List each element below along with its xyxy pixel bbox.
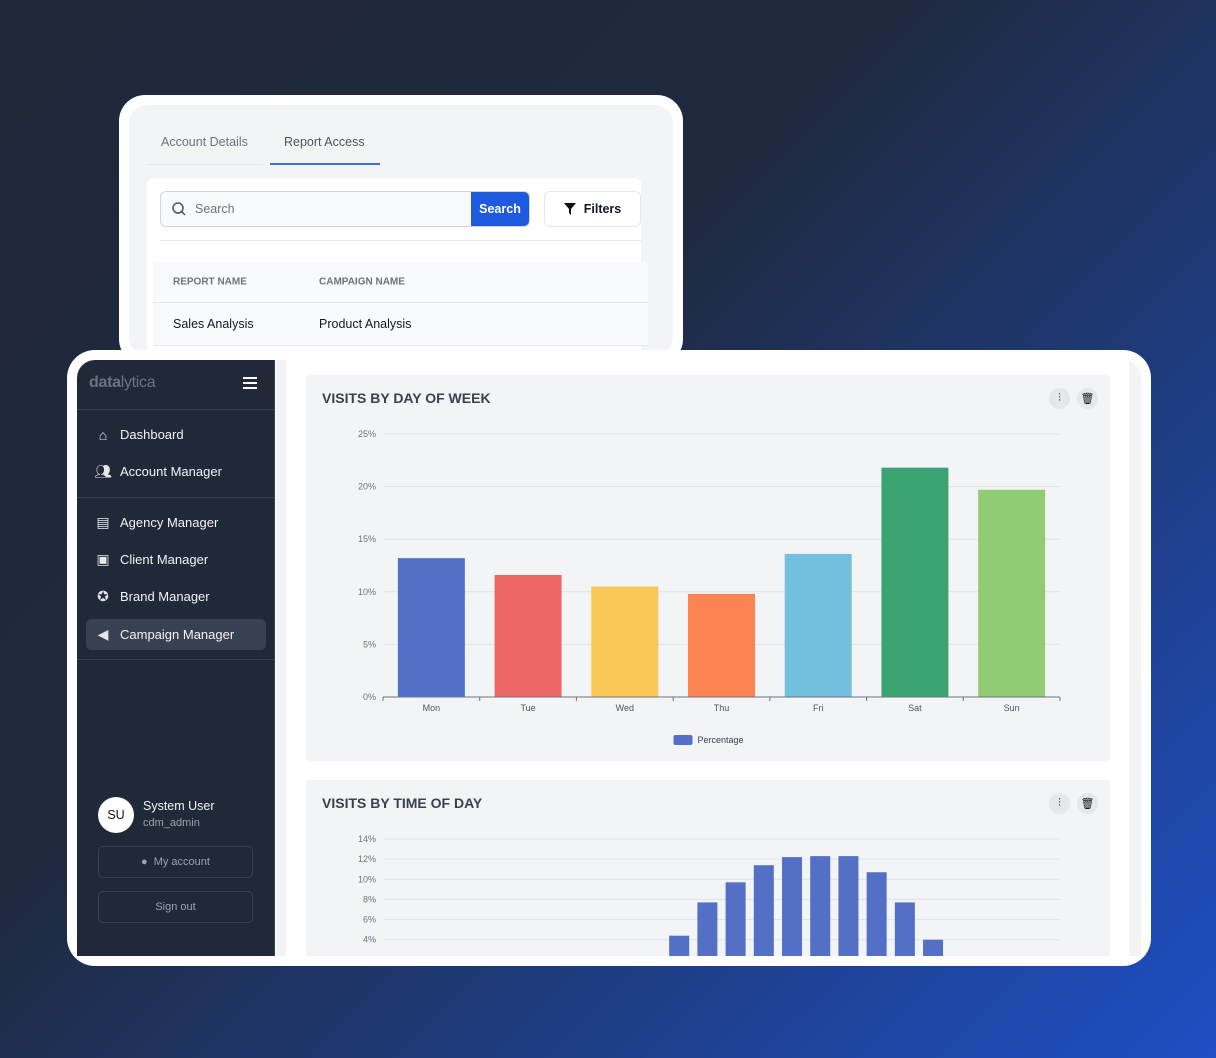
users-icon: 👥︎	[94, 463, 112, 479]
sidebar-item-label: Client Manager	[120, 552, 209, 567]
logo: datalytica	[89, 374, 156, 391]
table-cell: Product Analysis	[319, 317, 412, 331]
avatar: SU	[98, 797, 134, 833]
sidebar-item-label: Campaign Manager	[120, 627, 235, 642]
bar	[784, 553, 852, 697]
y-tick-label: 5%	[363, 639, 376, 649]
sign-out-button[interactable]: Sign out	[98, 891, 253, 923]
presentation-icon: ▤	[96, 514, 110, 530]
bar	[810, 856, 831, 956]
chart-card-day-of-week: VISITS BY DAY OF WEEK ⫶ 🗑︎ 0% 5% 10% 15% 20%…	[306, 375, 1110, 761]
chart-time-of-day: 4% 6% 8% 10% 12% 14%	[358, 834, 1060, 956]
bar	[894, 902, 915, 956]
sidebar-item-agency-manager[interactable]: ▤ Agency Manager	[86, 507, 266, 538]
legend-label: Percentage	[698, 735, 744, 745]
filter-icon	[563, 203, 576, 215]
y-tick-label: 15%	[358, 534, 376, 544]
table-row[interactable]: Sales Analysis Product Analysis	[153, 303, 648, 346]
bar	[725, 882, 746, 956]
bar	[866, 872, 887, 956]
sidebar-item-client-manager[interactable]: ▣ Client Manager	[86, 544, 266, 575]
bar	[753, 865, 774, 956]
sidebar-item-label: Agency Manager	[120, 515, 219, 530]
chart-card-time-of-day: VISITS BY TIME OF DAY ⫶ 🗑︎ 4% 6% 8% 10% 12% 1…	[306, 780, 1110, 956]
my-account-label: My account	[153, 856, 210, 868]
legend-swatch	[673, 735, 693, 745]
megaphone-icon: ◀	[97, 626, 109, 642]
divider	[160, 240, 641, 241]
bar	[838, 856, 859, 956]
x-tick-label: Wed	[616, 703, 634, 713]
x-tick-label: Mon	[423, 703, 441, 713]
my-account-button[interactable]: ● My account	[98, 846, 253, 878]
filters-button[interactable]: Filters	[544, 191, 641, 227]
hamburger-menu-icon[interactable]	[243, 377, 257, 389]
bar	[782, 857, 803, 956]
sidebar-item-campaign-manager[interactable]: ◀ Campaign Manager	[86, 619, 266, 650]
x-tick-label: Sat	[908, 703, 922, 713]
filters-label: Filters	[583, 202, 622, 216]
bar	[591, 586, 659, 697]
y-tick-label: 25%	[358, 429, 376, 439]
column-header: CAMPAIGN NAME	[319, 276, 405, 288]
sidebar-item-account-manager[interactable]: 👥︎ Account Manager	[86, 456, 266, 487]
dashboard-window: datalytica ⌂ Dashboard 👥︎ Account Manager …	[67, 350, 1151, 966]
x-tick-label: Sun	[1004, 703, 1020, 713]
y-tick-label: 8%	[363, 894, 376, 904]
tab-report-access[interactable]: Report Access	[270, 135, 380, 165]
briefcase-icon: ▣	[96, 551, 110, 567]
search-input[interactable]: Search Search	[160, 191, 530, 227]
y-tick-label: 10%	[358, 587, 376, 597]
bar	[688, 593, 755, 697]
sidebar-item-label: Brand Manager	[120, 589, 210, 604]
bar	[923, 939, 944, 956]
bar	[397, 558, 465, 697]
search-button[interactable]: Search	[471, 192, 529, 226]
x-tick-label: Fri	[813, 703, 824, 713]
bar	[978, 489, 1046, 697]
sidebar-item-dashboard[interactable]: ⌂ Dashboard	[86, 419, 266, 450]
search-placeholder: Search	[195, 202, 235, 216]
bar	[669, 935, 690, 956]
y-tick-label: 4%	[363, 935, 376, 945]
y-tick-label: 10%	[358, 874, 376, 884]
sidebar: datalytica ⌂ Dashboard 👥︎ Account Manager …	[77, 360, 275, 956]
report-table-panel: Search Search Filters REPORT NAME CAMPAI…	[147, 178, 648, 355]
award-icon: ✪	[97, 588, 109, 604]
x-tick-label: Thu	[714, 703, 730, 713]
search-icon	[172, 202, 186, 216]
y-tick-label: 12%	[358, 854, 376, 864]
user-name: System User	[143, 799, 215, 813]
y-tick-label: 6%	[363, 915, 376, 925]
user-role: cdm_admin	[143, 817, 200, 829]
y-tick-label: 0%	[363, 692, 376, 702]
bar	[494, 574, 562, 697]
table-header: REPORT NAME CAMPAIGN NAME	[153, 262, 648, 303]
bar	[697, 902, 718, 956]
y-tick-label: 14%	[358, 834, 376, 844]
scrollbar[interactable]	[1129, 360, 1141, 956]
home-icon: ⌂	[98, 426, 108, 443]
tab-account-details[interactable]: Account Details	[161, 135, 271, 165]
chart-day-of-week: 0% 5% 10% 15% 20% 25% Mon Tue Wed Thu Fri Sat Sun Per…	[358, 429, 1061, 745]
sidebar-item-label: Account Manager	[120, 464, 222, 479]
sidebar-item-label: Dashboard	[120, 427, 184, 442]
user-circle-icon: ●	[141, 856, 148, 868]
report-access-panel: Account Details Report Access Search Sea…	[119, 95, 683, 365]
y-tick-label: 20%	[358, 482, 376, 492]
x-tick-label: Tue	[520, 703, 535, 713]
table-cell: Sales Analysis	[173, 317, 254, 331]
column-header: REPORT NAME	[173, 276, 247, 288]
bar	[881, 467, 949, 697]
sidebar-item-brand-manager[interactable]: ✪ Brand Manager	[86, 581, 266, 612]
